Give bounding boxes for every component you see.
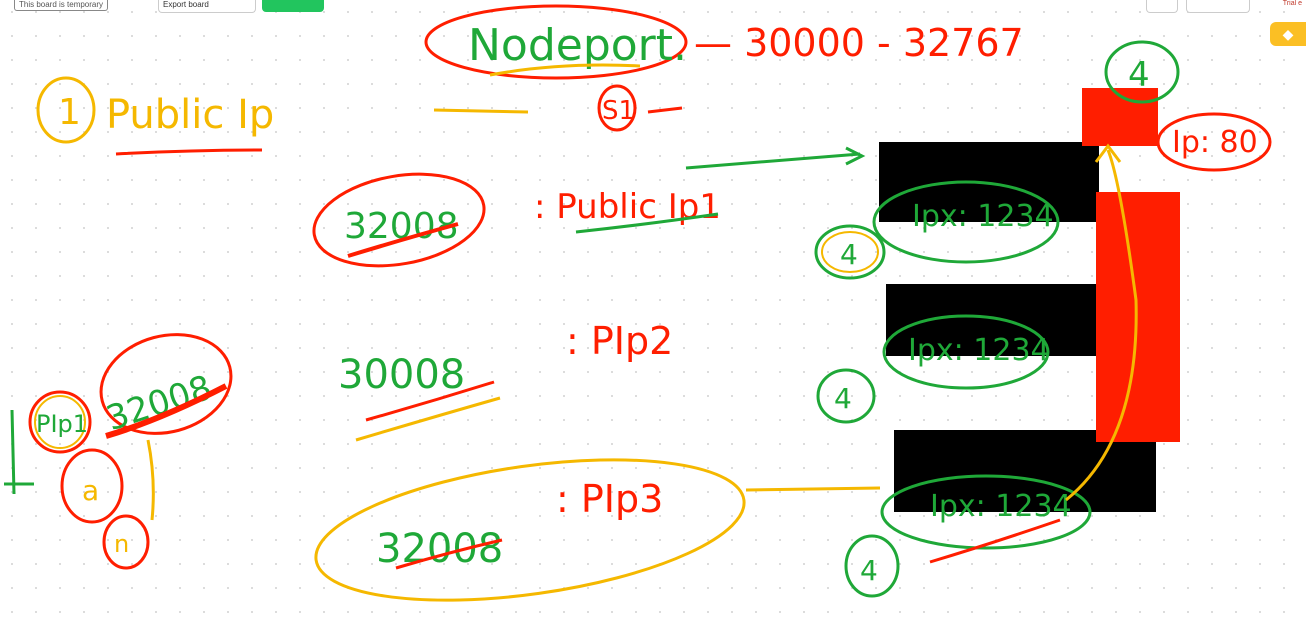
port-range: — 30000 - 32767 xyxy=(694,21,1024,65)
s1-dash xyxy=(647,106,683,114)
pod-count: 4 xyxy=(1128,55,1150,95)
side-arc xyxy=(146,439,155,521)
node3-underline xyxy=(929,518,1061,564)
node2-ip: Ipx: 1234 xyxy=(908,333,1050,368)
pod-ip: Ip: 80 xyxy=(1172,125,1258,160)
node1-ip: Ipx: 1234 xyxy=(912,199,1054,234)
row2-underline-yellow xyxy=(355,396,501,442)
row2-port: 30008 xyxy=(338,352,465,398)
public-ip-arrow xyxy=(685,152,861,170)
row1-target: : Public Ip1 xyxy=(534,187,721,227)
whiteboard-canvas[interactable]: Nodeport. — 30000 - 32767 S1 1 Public Ip… xyxy=(0,0,1306,624)
node2-count: 4 xyxy=(834,382,852,415)
node1-count: 4 xyxy=(840,238,858,271)
row3-port: 32008 xyxy=(376,526,503,572)
side-port: 32008 xyxy=(101,368,216,439)
row3-target: : PIp3 xyxy=(556,477,663,521)
service-block xyxy=(1096,192,1180,442)
side-a: a xyxy=(82,474,99,507)
step-number: 1 xyxy=(58,92,81,133)
node3-count: 4 xyxy=(860,554,878,587)
side-pip: PIp1 xyxy=(36,410,88,438)
node3-ip: Ipx: 1234 xyxy=(930,489,1072,524)
nodeport-title: Nodeport. xyxy=(468,20,687,71)
side-n: n xyxy=(114,530,129,558)
public-ip-heading: Public Ip xyxy=(106,92,274,138)
heading-underline xyxy=(115,148,263,156)
row2-target: : PIp2 xyxy=(566,319,673,363)
yellow-stroke xyxy=(433,108,529,114)
row3-arrow xyxy=(745,486,881,492)
row3-circle xyxy=(314,458,746,602)
s1-label: S1 xyxy=(602,96,635,126)
